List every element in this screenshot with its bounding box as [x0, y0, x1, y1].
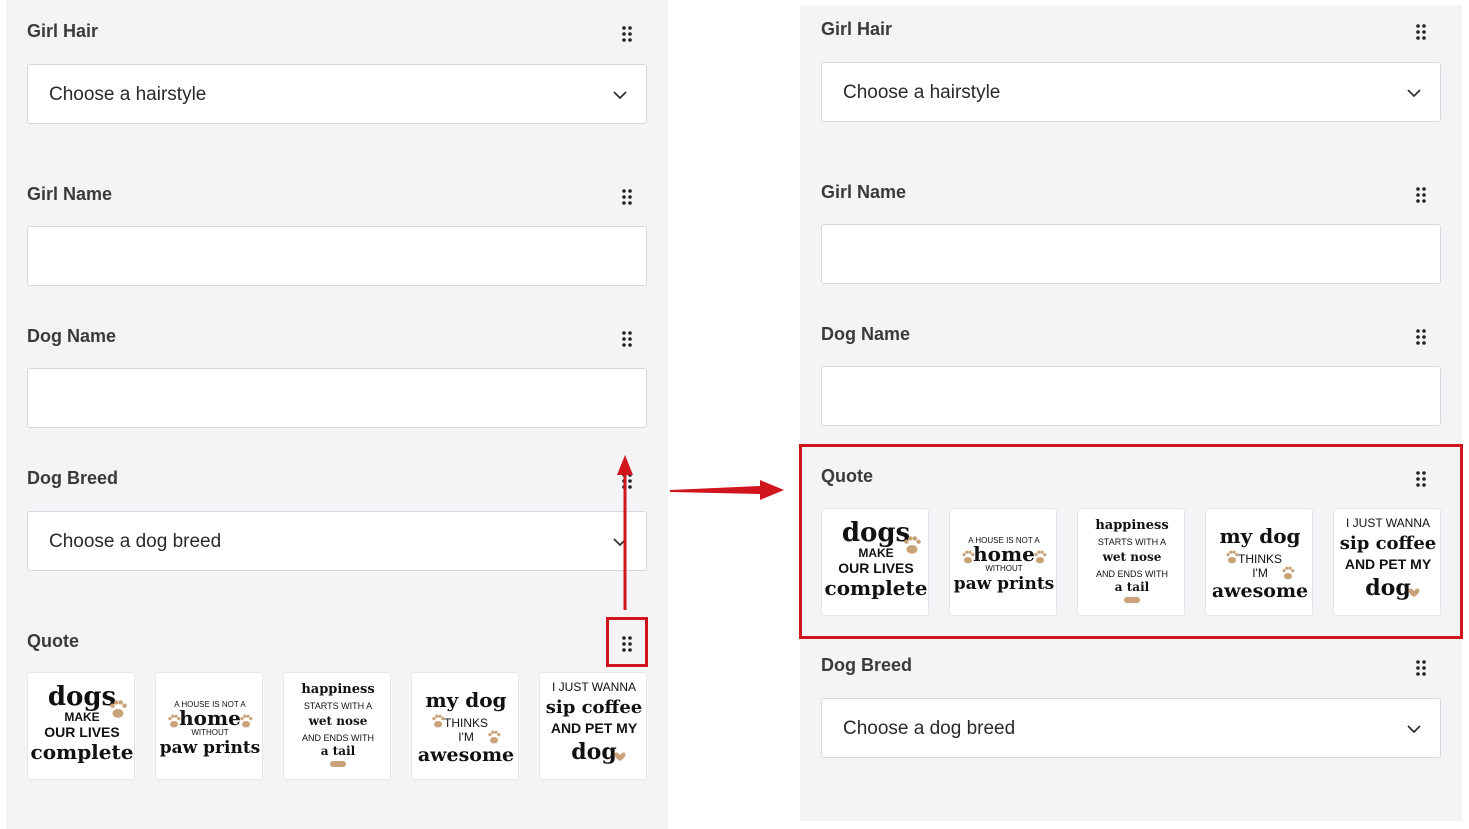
right-arrow	[670, 480, 784, 500]
annotation-arrows	[617, 455, 784, 610]
up-arrow	[617, 455, 633, 610]
